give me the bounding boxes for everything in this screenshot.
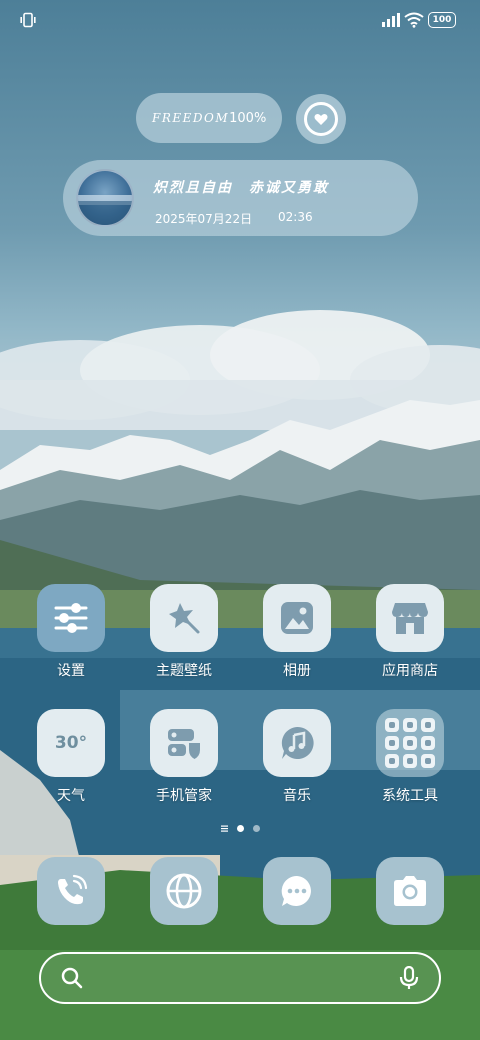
app-security[interactable]: 手机管家 — [134, 709, 234, 805]
song-time: 02:36 — [278, 210, 313, 224]
dock-phone[interactable] — [37, 857, 105, 925]
page-dot-1[interactable] — [236, 825, 244, 832]
search-icon[interactable] — [61, 967, 83, 989]
song-title: 炽烈且自由 赤诚又勇敢 — [153, 180, 329, 196]
heart-icon — [314, 113, 328, 125]
phone-icon — [58, 874, 88, 905]
app-label: 相册 — [283, 663, 311, 679]
freedom-percent: 100% — [229, 110, 267, 126]
page-dot-2[interactable] — [252, 825, 260, 832]
dock-camera[interactable] — [376, 857, 444, 925]
microphone-icon[interactable] — [399, 966, 419, 990]
app-label: 音乐 — [283, 788, 311, 804]
app-label: 系统工具 — [382, 788, 438, 804]
freedom-widget[interactable]: FREEDOM 100% — [136, 93, 282, 143]
camera-icon — [394, 876, 426, 906]
app-label: 主题壁纸 — [156, 663, 212, 679]
store-icon — [376, 584, 444, 652]
search-bar[interactable] — [39, 952, 441, 1004]
album-art — [76, 169, 134, 227]
heart-button[interactable] — [296, 94, 346, 144]
browser-icon — [166, 873, 202, 909]
music-icon — [263, 709, 331, 777]
security-icon — [150, 709, 218, 777]
app-folder-system-tools[interactable]: 系统工具 — [360, 709, 460, 805]
battery-icon: 100 — [428, 12, 456, 28]
app-label: 应用商店 — [382, 663, 438, 679]
gallery-icon — [263, 584, 331, 652]
app-gallery[interactable]: 相册 — [247, 584, 347, 680]
app-weather[interactable]: 30° 天气 — [21, 709, 121, 805]
app-settings[interactable]: 设置 — [21, 584, 121, 680]
wifi-icon — [404, 12, 424, 28]
app-label: 天气 — [57, 788, 85, 804]
app-store[interactable]: 应用商店 — [360, 584, 460, 680]
music-widget[interactable]: 炽烈且自由 赤诚又勇敢 2025年07月22日 02:36 — [63, 160, 418, 236]
page-indicator — [0, 825, 480, 832]
vibrate-icon — [20, 12, 36, 28]
menu-lines-icon[interactable] — [220, 825, 228, 832]
app-music[interactable]: 音乐 — [247, 709, 347, 805]
theme-icon — [150, 584, 218, 652]
freedom-label: FREEDOM — [152, 111, 230, 125]
app-label: 设置 — [57, 663, 85, 679]
signal-icon — [382, 13, 400, 27]
dock-messages[interactable] — [263, 857, 331, 925]
app-theme[interactable]: 主题壁纸 — [134, 584, 234, 680]
battery-level: 100 — [432, 15, 452, 25]
folder-icon — [376, 709, 444, 777]
messages-icon — [281, 875, 311, 906]
weather-icon: 30° — [37, 709, 105, 777]
dock-browser[interactable] — [150, 857, 218, 925]
weather-temperature: 30° — [54, 733, 88, 753]
status-bar: 100 — [0, 0, 480, 40]
settings-icon — [37, 584, 105, 652]
song-date: 2025年07月22日 — [155, 212, 253, 226]
app-label: 手机管家 — [156, 788, 212, 804]
